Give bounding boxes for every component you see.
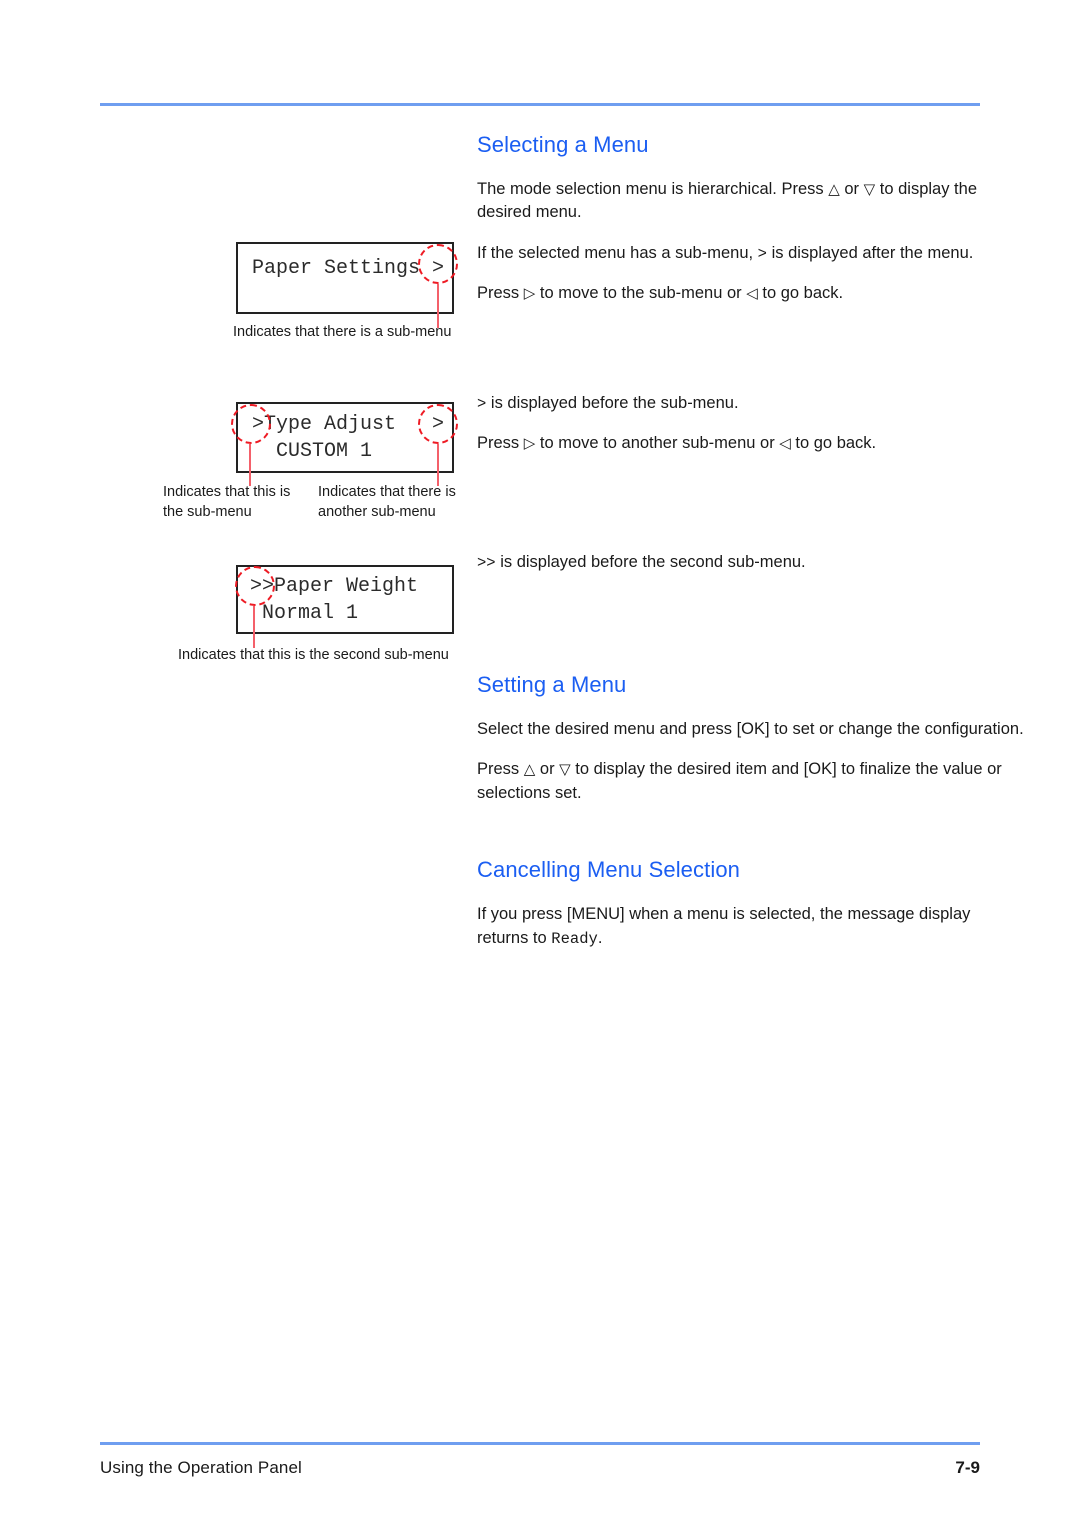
- paragraph-press-up-down-ok: Press △ or ▽ to display the desired item…: [477, 758, 1025, 805]
- left-arrow-icon: ◁: [746, 284, 758, 303]
- lcd-line-1: Paper Settings >: [252, 257, 445, 280]
- text-run: If the selected menu has a sub-menu,: [477, 243, 758, 262]
- paragraph-select-and-press-ok: Select the desired menu and press [OK] t…: [477, 719, 1024, 738]
- text-run: Press: [477, 434, 524, 453]
- lcd-line-2: Normal 1: [250, 601, 359, 625]
- text-run: The mode selection menu is hierarchical.…: [477, 180, 829, 198]
- text-run: .: [597, 928, 603, 947]
- text-run: or: [535, 760, 560, 779]
- paragraph-press-right-left: Press ▷ to move to the sub-menu or ◁ to …: [477, 282, 1025, 305]
- lcd-line-1: >Type Adjust >: [252, 413, 445, 436]
- ready-status-text: Ready: [551, 929, 598, 948]
- footer-rule: [100, 1442, 980, 1445]
- annotation-caption-another-sub-menu: Indicates that there is another sub-menu: [318, 484, 456, 520]
- paragraph-press-menu-returns-ready: If you press [MENU] when a menu is selec…: [477, 903, 1025, 950]
- up-arrow-icon: △: [828, 180, 840, 198]
- text-run: Press: [477, 284, 524, 303]
- annotation-leader-line: [437, 444, 439, 486]
- lcd-panel-type-adjust: >Type Adjust > CUSTOM 1: [236, 402, 454, 473]
- lcd-panel-paper-weight: >>Paper Weight Normal 1: [236, 565, 454, 634]
- header-rule: [100, 103, 980, 106]
- greater-than-icon: >: [477, 394, 487, 413]
- text-run: Press: [477, 760, 524, 779]
- text-run: is displayed before the second sub-menu.: [495, 552, 806, 571]
- paragraph-press-another-submenu: Press ▷ to move to another sub-menu or ◁…: [477, 432, 1025, 455]
- greater-than-icon: >: [757, 244, 767, 263]
- heading-selecting-a-menu: Selecting a Menu: [477, 132, 649, 157]
- text-run: or: [839, 180, 864, 198]
- heading-cancelling-menu-selection: Cancelling Menu Selection: [477, 857, 740, 883]
- lcd-panel-paper-settings: Paper Settings >: [236, 242, 454, 314]
- text-run: is displayed after the menu.: [766, 243, 974, 262]
- text-run: to go back.: [790, 434, 877, 453]
- annotation-leader-line: [253, 606, 255, 648]
- annotation-caption-sub-menu: Indicates that there is a sub-menu: [233, 324, 452, 340]
- text-run: to move to the sub-menu or: [535, 284, 747, 303]
- up-arrow-icon: △: [523, 760, 536, 779]
- paragraph-gt-before-submenu: > is displayed before the sub-menu.: [477, 392, 1025, 415]
- right-arrow-icon: ▷: [523, 284, 536, 303]
- annotation-leader-line: [249, 444, 251, 486]
- text-run: to go back.: [757, 284, 844, 303]
- annotation-caption-this-is-the-sub-menu: Indicates that this is the sub-menu: [163, 484, 291, 520]
- annotation-caption-second-sub-menu: Indicates that this is the second sub-me…: [178, 647, 449, 663]
- main-text-column: Selecting a Menu The mode selection menu…: [477, 132, 1025, 950]
- right-arrow-icon: ▷: [523, 434, 536, 453]
- text-run: is displayed before the sub-menu.: [486, 393, 739, 412]
- lcd-line-1: >>Paper Weight: [250, 575, 419, 598]
- lcd-line-2: CUSTOM 1: [252, 439, 373, 463]
- paragraph-double-gt-second-submenu: >> is displayed before the second sub-me…: [477, 551, 1025, 574]
- heading-setting-a-menu: Setting a Menu: [477, 671, 627, 697]
- down-arrow-icon: ▽: [559, 760, 571, 779]
- footer-page-number: 7-9: [955, 1458, 980, 1477]
- text-run: to move to another sub-menu or: [535, 434, 780, 453]
- left-arrow-icon: ◁: [779, 434, 791, 453]
- paragraph-submenu-indicator: If the selected menu has a sub-menu, > i…: [477, 242, 1025, 265]
- paragraph-mode-selection: The mode selection menu is hierarchical.…: [477, 178, 1025, 225]
- down-arrow-icon: ▽: [863, 180, 876, 198]
- double-greater-than-icon: >>: [477, 553, 496, 572]
